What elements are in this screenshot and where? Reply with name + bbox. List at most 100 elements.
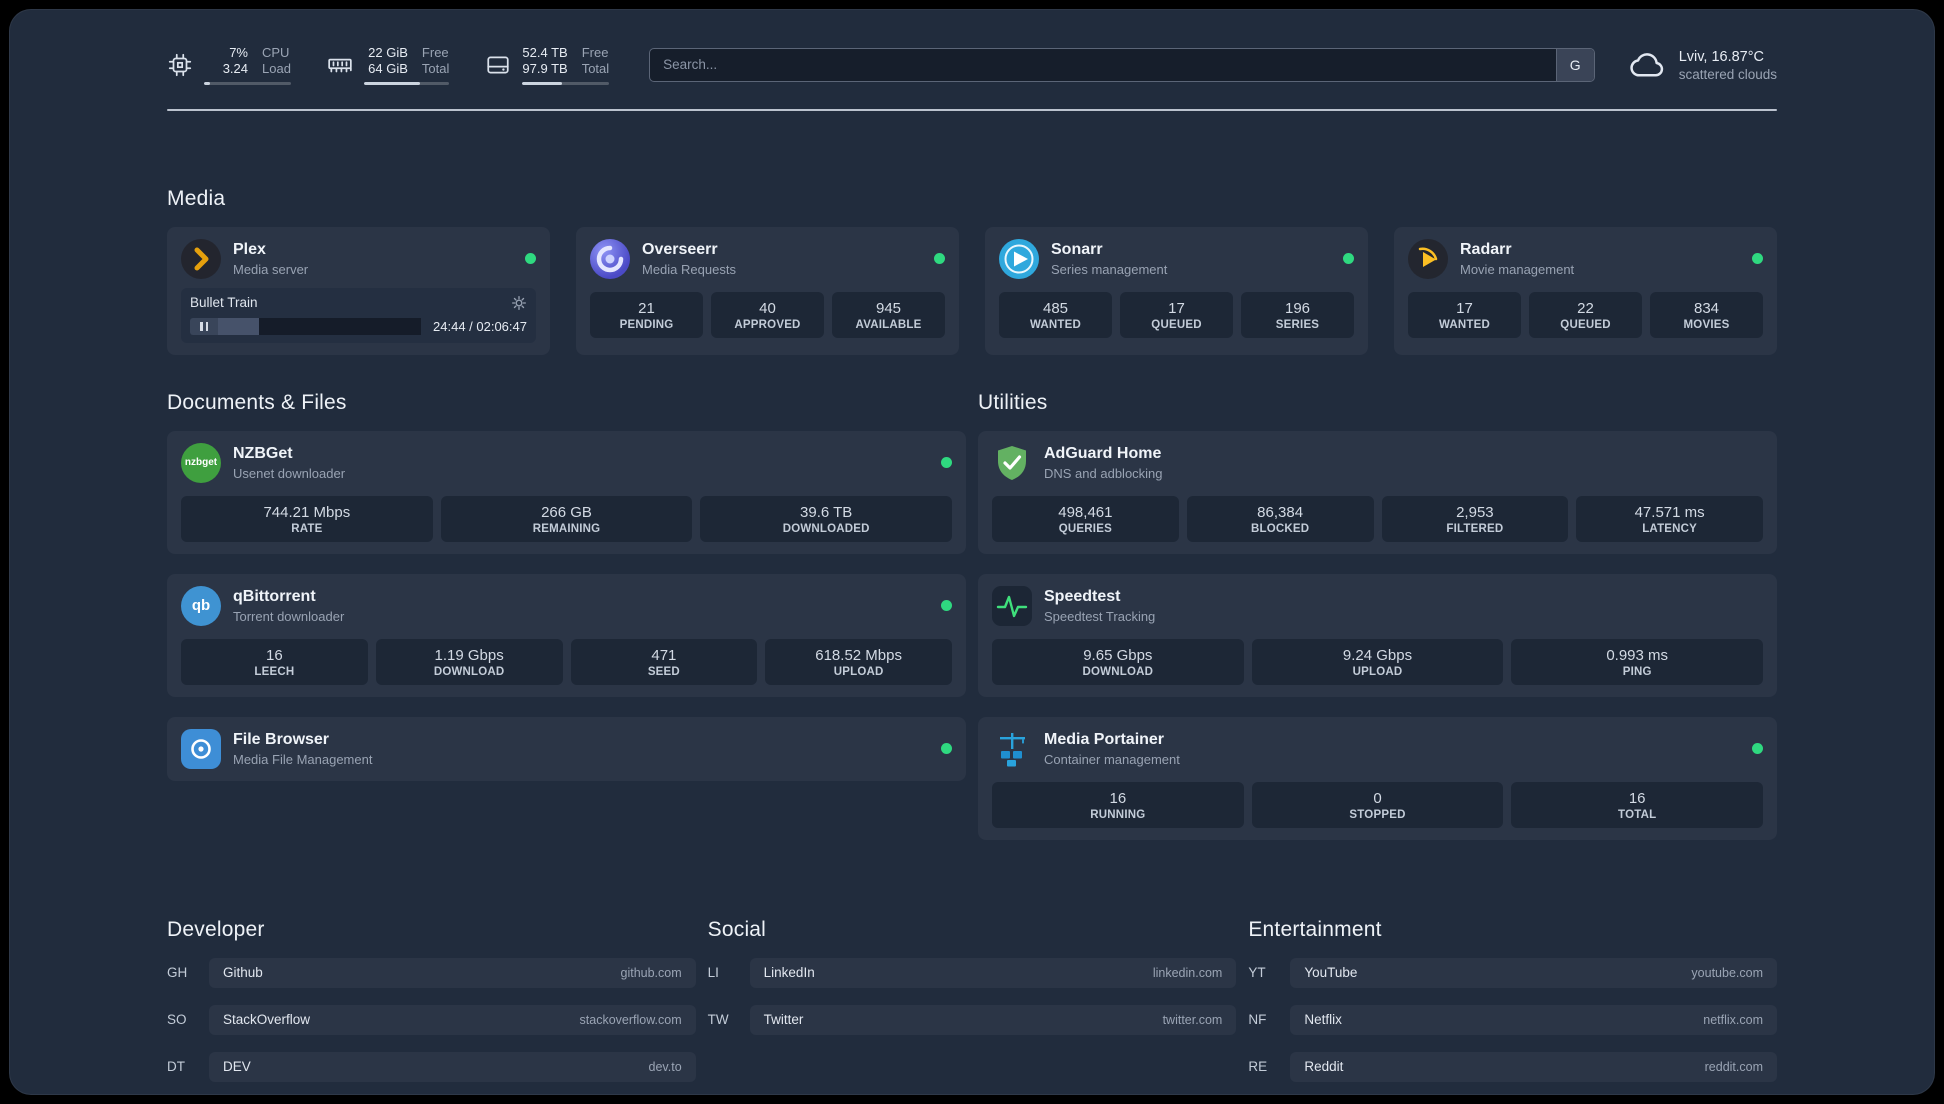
section-developer: Developer GH Github github.com SO StackO… <box>167 918 696 1096</box>
stat-queries: 498,461 QUERIES <box>992 495 1179 542</box>
plex-card: Plex Media server Bullet Train 24:44 / 0… <box>167 226 550 355</box>
stat-queued: 17 QUEUED <box>1120 291 1233 338</box>
memory-free-value: 22 GiB <box>368 45 408 60</box>
speedtest-icon <box>992 585 1032 626</box>
cpu-progress-bar <box>204 81 291 85</box>
now-playing-title: Bullet Train <box>190 295 258 310</box>
portainer-link[interactable]: Media Portainer Container management <box>992 729 1763 769</box>
stat-upload: 9.24 Gbps UPLOAD <box>1251 638 1504 685</box>
bookmark-link-dev[interactable]: DEV dev.to <box>209 1051 696 1082</box>
status-dot <box>934 253 945 264</box>
filebrowser-link[interactable]: File Browser Media File Management <box>181 728 952 769</box>
bookmark-abbr: LI <box>707 965 719 980</box>
bookmark-link-linkedin[interactable]: LinkedIn linkedin.com <box>749 957 1237 988</box>
overseerr-link[interactable]: Overseerr Media Requests <box>590 238 945 279</box>
radarr-card: Radarr Movie management 17 WANTED 22 QUE… <box>1394 226 1777 355</box>
stat-queued: 22 QUEUED <box>1529 291 1642 338</box>
sonarr-link[interactable]: Sonarr Series management <box>999 238 1354 279</box>
plex-now-playing: Bullet Train 24:44 / 02:06:47 <box>181 287 536 343</box>
bookmark-abbr: RE <box>1248 1059 1268 1074</box>
search-input[interactable] <box>649 47 1595 82</box>
search-provider-button[interactable]: G <box>1555 48 1594 81</box>
stat-ping: 0.993 ms PING <box>1511 638 1764 685</box>
service-subtitle: Speedtest Tracking <box>1044 608 1156 624</box>
bookmark-netflix: NF Netflix netflix.com <box>1248 1004 1777 1035</box>
nzbget-link[interactable]: nzbget NZBGet Usenet downloader <box>181 442 952 483</box>
bookmark-abbr: SO <box>167 1012 187 1027</box>
stat-rate: 744.21 Mbps RATE <box>181 495 433 542</box>
dashboard: 7% 3.24 CPU Load 22 GiB 64 GiB Free Tota… <box>9 9 1935 1095</box>
stat-total: 16 TOTAL <box>1511 781 1764 828</box>
cpu-icon <box>167 52 193 78</box>
bookmark-abbr: TW <box>707 1012 729 1027</box>
bookmark-link-reddit[interactable]: Reddit reddit.com <box>1290 1051 1777 1082</box>
bookmark-link-netflix[interactable]: Netflix netflix.com <box>1290 1004 1777 1035</box>
bookmark-link-github[interactable]: Github github.com <box>209 957 696 988</box>
speedtest-card: Speedtest Speedtest Tracking 9.65 Gbps D… <box>978 573 1777 697</box>
service-title: Radarr <box>1460 241 1512 259</box>
developer-heading: Developer <box>167 917 265 941</box>
portainer-card: Media Portainer Container management 16 … <box>978 716 1777 840</box>
media-heading: Media <box>167 186 226 210</box>
status-dot <box>941 743 952 754</box>
adguard-link[interactable]: AdGuard Home DNS and adblocking <box>992 443 1763 483</box>
bookmark-abbr: NF <box>1248 1012 1267 1027</box>
service-subtitle: Torrent downloader <box>233 608 345 624</box>
stat-wanted: 485 WANTED <box>999 291 1112 338</box>
bookmark-youtube: YT YouTube youtube.com <box>1248 957 1777 988</box>
radarr-icon <box>1408 238 1448 279</box>
bookmark-abbr: GH <box>167 965 188 980</box>
stat-filtered: 2,953 FILTERED <box>1381 495 1569 542</box>
service-title: Plex <box>233 241 266 259</box>
nzbget-icon: nzbget <box>181 442 221 483</box>
stat-seed: 471 SEED <box>570 638 758 685</box>
bookmark-link-youtube[interactable]: YouTube youtube.com <box>1290 957 1777 988</box>
cpu-load-value: 3.24 <box>222 61 248 77</box>
weather-location: Lviv, 16.87°C <box>1678 48 1765 65</box>
stat-remaining: 266 GB REMAINING <box>440 495 693 542</box>
stat-pending: 21 PENDING <box>590 291 703 338</box>
social-heading: Social <box>707 917 767 941</box>
plex-icon <box>181 238 221 279</box>
settings-gear-icon[interactable] <box>511 295 527 311</box>
stat-blocked: 86,384 BLOCKED <box>1186 495 1374 542</box>
sonarr-card: Sonarr Series management 485 WANTED 17 Q… <box>985 226 1368 355</box>
plex-link[interactable]: Plex Media server <box>181 238 536 279</box>
stat-movies: 834 MOVIES <box>1650 291 1763 338</box>
service-title: NZBGet <box>233 445 293 463</box>
service-subtitle: Movie management <box>1460 261 1575 277</box>
status-dot <box>941 457 952 468</box>
resource-widgets: 7% 3.24 CPU Load 22 GiB 64 GiB Free Tota… <box>167 45 610 85</box>
stat-running: 16 RUNNING <box>992 781 1244 828</box>
radarr-link[interactable]: Radarr Movie management <box>1408 238 1763 279</box>
service-subtitle: Series management <box>1051 261 1168 277</box>
bookmark-abbr: YT <box>1248 965 1266 980</box>
pause-button[interactable] <box>190 317 218 335</box>
status-dot <box>1752 253 1763 264</box>
speedtest-link[interactable]: Speedtest Speedtest Tracking <box>992 585 1763 626</box>
service-title: Media Portainer <box>1044 731 1165 749</box>
section-utilities: Utilities AdGuard Home DNS and adblockin… <box>978 391 1777 860</box>
qbittorrent-card: qb qBittorrent Torrent downloader 16 LEE… <box>167 573 966 697</box>
service-title: Overseerr <box>642 241 718 259</box>
service-subtitle: Media File Management <box>233 751 373 767</box>
bookmark-link-stackoverflow[interactable]: StackOverflow stackoverflow.com <box>209 1004 696 1035</box>
bookmark-link-twitter[interactable]: Twitter twitter.com <box>749 1004 1237 1035</box>
adguard-icon <box>992 443 1032 483</box>
topbar: 7% 3.24 CPU Load 22 GiB 64 GiB Free Tota… <box>167 9 1777 85</box>
stat-downloaded: 39.6 TB DOWNLOADED <box>700 495 953 542</box>
cpu-usage-value: 7% <box>229 45 248 60</box>
bookmark-twitter: TW Twitter twitter.com <box>707 1004 1237 1035</box>
playback-progress-bar <box>218 317 422 335</box>
stat-upload: 618.52 Mbps UPLOAD <box>765 638 952 685</box>
service-title: Speedtest <box>1044 588 1121 606</box>
qbittorrent-link[interactable]: qb qBittorrent Torrent downloader <box>181 585 952 626</box>
disk-free-value: 52.4 TB <box>522 45 568 60</box>
memory-progress-bar <box>363 81 450 85</box>
stat-stopped: 0 STOPPED <box>1251 781 1504 828</box>
bookmark-stackoverflow: SO StackOverflow stackoverflow.com <box>167 1004 696 1035</box>
status-dot <box>1343 253 1354 264</box>
status-dot <box>525 253 536 264</box>
service-title: File Browser <box>233 731 330 749</box>
total-label: Total <box>581 61 610 77</box>
